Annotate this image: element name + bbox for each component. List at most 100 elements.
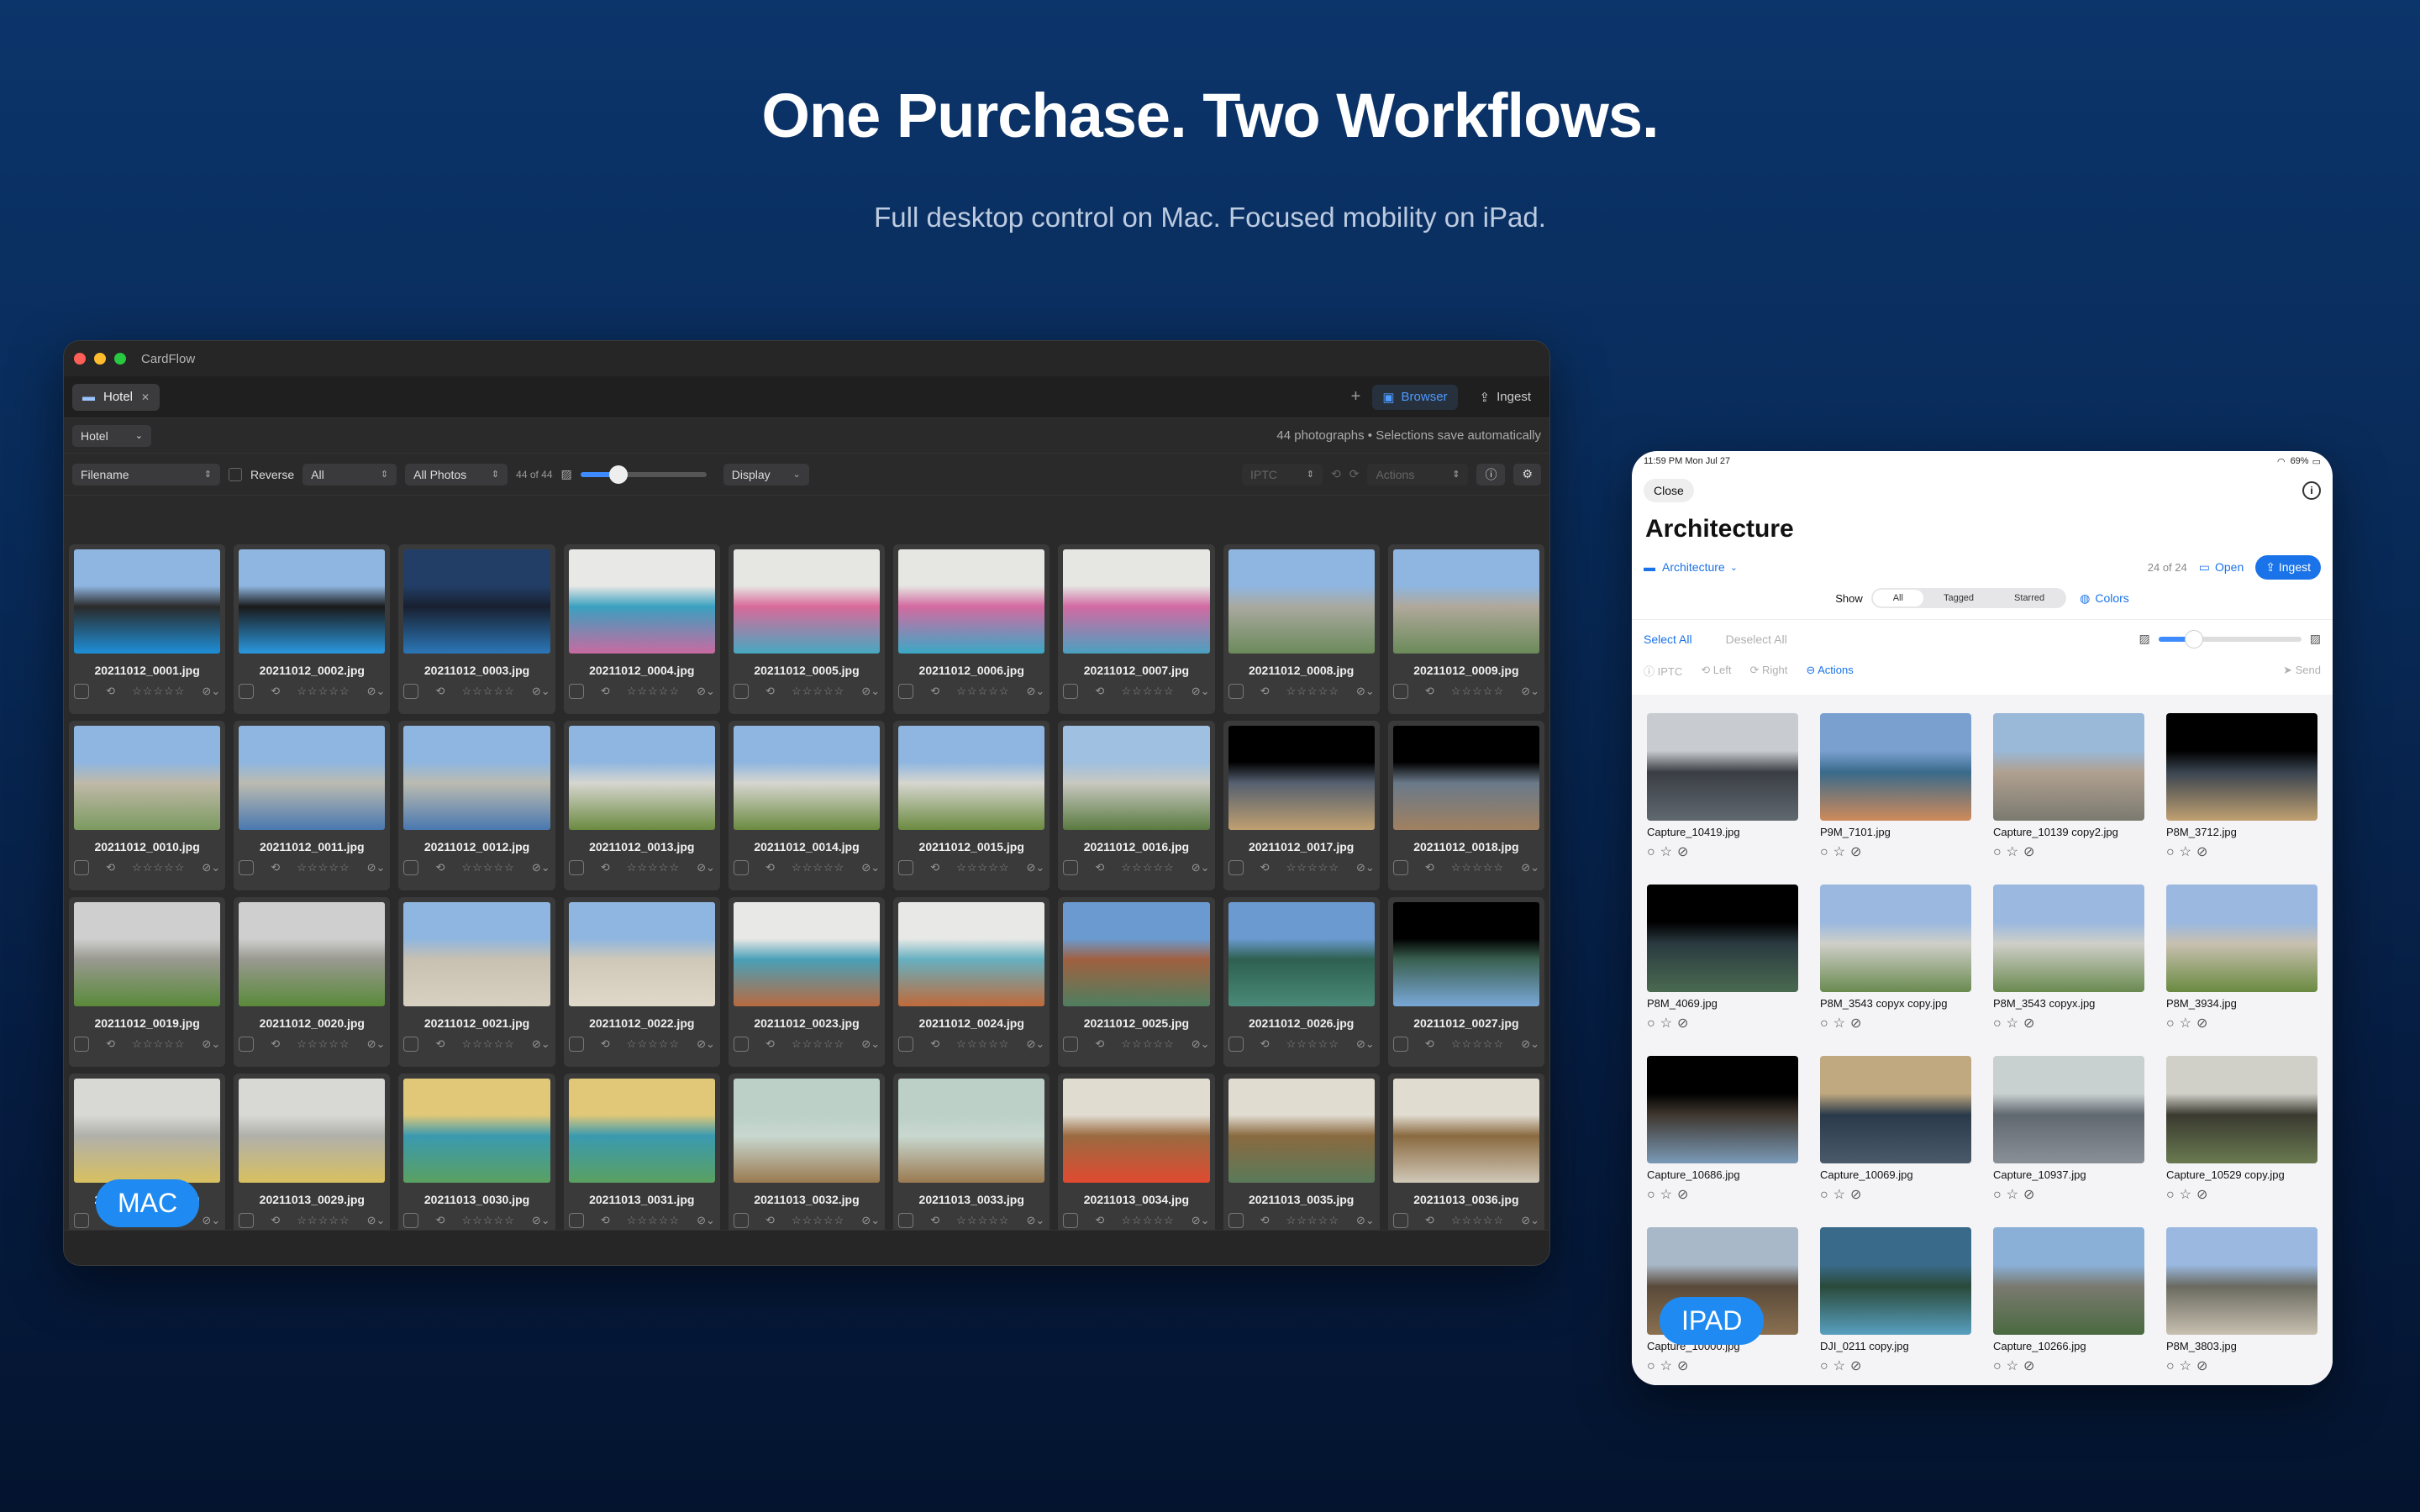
rotate-icon[interactable]: ⟲ <box>436 861 445 874</box>
zoom-slider[interactable] <box>2158 629 2302 648</box>
reject-icon[interactable]: ⊘⌄ <box>1356 1037 1375 1051</box>
rotate-icon[interactable]: ⟲ <box>930 1037 939 1051</box>
photo-card[interactable]: 20211012_0010.jpg ⟲ ☆☆☆☆☆ ⊘⌄ <box>69 721 226 890</box>
reject-icon[interactable]: ⊘⌄ <box>532 685 550 698</box>
star-icon[interactable]: ☆ <box>1660 845 1677 859</box>
photo-card[interactable]: 20211013_0031.jpg ⟲ ☆☆☆☆☆ ⊘⌄ <box>563 1074 720 1230</box>
photo-card[interactable]: 20211012_0006.jpg ⟲ ☆☆☆☆☆ ⊘⌄ <box>893 544 1050 714</box>
photo-thumbnail[interactable] <box>74 549 221 654</box>
rotate-icon[interactable]: ⟲ <box>1425 861 1434 874</box>
rotate-icon[interactable]: ⟲ <box>1425 1214 1434 1227</box>
reject-icon[interactable]: ⊘⌄ <box>697 1214 715 1227</box>
star-rating[interactable]: ☆☆☆☆☆ <box>132 685 185 698</box>
photo-card[interactable]: 20211012_0025.jpg ⟲ ☆☆☆☆☆ ⊘⌄ <box>1058 897 1215 1067</box>
select-checkbox[interactable] <box>403 684 419 699</box>
reject-icon[interactable]: ⊘⌄ <box>1521 1214 1539 1227</box>
reject-icon[interactable]: ⊘⌄ <box>367 1214 386 1227</box>
star-icon[interactable]: ☆ <box>2007 845 2023 859</box>
reject-icon[interactable]: ⊘⌄ <box>1356 861 1375 874</box>
photo-thumbnail[interactable] <box>898 726 1045 830</box>
open-button[interactable]: Open <box>2215 560 2244 574</box>
photo-thumbnail[interactable] <box>403 1079 550 1183</box>
reject-icon[interactable]: ⊘⌄ <box>532 1214 550 1227</box>
reject-icon[interactable]: ⊘⌄ <box>1521 685 1539 698</box>
photo-card[interactable]: 20211012_0021.jpg ⟲ ☆☆☆☆☆ ⊘⌄ <box>398 897 555 1067</box>
reject-icon[interactable]: ⊘⌄ <box>1027 1214 1045 1227</box>
star-rating[interactable]: ☆☆☆☆☆ <box>1286 685 1339 698</box>
display-select[interactable]: Display ⌄ <box>723 463 809 486</box>
photo-card[interactable]: 20211012_0024.jpg ⟲ ☆☆☆☆☆ ⊘⌄ <box>893 897 1050 1067</box>
select-checkbox[interactable] <box>239 860 255 875</box>
reject-icon[interactable]: ⊘⌄ <box>367 1037 386 1051</box>
reject-icon[interactable]: ⊘⌄ <box>861 685 880 698</box>
reject-icon[interactable]: ⊘⌄ <box>861 1214 880 1227</box>
photo-card[interactable]: 20211012_0004.jpg ⟲ ☆☆☆☆☆ ⊘⌄ <box>563 544 720 714</box>
reject-icon[interactable]: ⊘⌄ <box>1192 1214 1210 1227</box>
zoom-slider[interactable] <box>580 465 707 484</box>
star-icon[interactable]: ☆ <box>2180 1359 2196 1373</box>
info-icon[interactable]: i <box>2302 481 2321 500</box>
photo-thumbnail[interactable] <box>1820 885 1971 992</box>
select-circle-icon[interactable]: ○ <box>1820 845 1833 859</box>
photo-card[interactable]: 20211012_0011.jpg ⟲ ☆☆☆☆☆ ⊘⌄ <box>234 721 391 890</box>
star-rating[interactable]: ☆☆☆☆☆ <box>132 861 185 874</box>
photo-card[interactable]: 20211012_0018.jpg ⟲ ☆☆☆☆☆ ⊘⌄ <box>1387 721 1544 890</box>
star-icon[interactable]: ☆ <box>2007 1359 2023 1373</box>
star-icon[interactable]: ☆ <box>1660 1016 1677 1031</box>
star-rating[interactable]: ☆☆☆☆☆ <box>792 1037 844 1051</box>
photo-card[interactable]: P9M_7101.jpg ○☆⊘ <box>1820 713 1971 885</box>
photo-card[interactable]: 20211012_0012.jpg ⟲ ☆☆☆☆☆ ⊘⌄ <box>398 721 555 890</box>
select-checkbox[interactable] <box>1228 1213 1244 1228</box>
star-rating[interactable]: ☆☆☆☆☆ <box>297 685 350 698</box>
right-button[interactable]: ⟳ Right <box>1749 664 1787 677</box>
photo-thumbnail[interactable] <box>733 902 881 1006</box>
select-checkbox[interactable] <box>733 684 749 699</box>
reject-icon[interactable]: ⊘⌄ <box>202 1037 220 1051</box>
star-icon[interactable]: ☆ <box>1833 845 1850 859</box>
rotate-icon[interactable]: ⟲ <box>1425 1037 1434 1051</box>
photo-thumbnail[interactable] <box>239 1079 386 1183</box>
select-checkbox[interactable] <box>1392 1213 1408 1228</box>
select-checkbox[interactable] <box>898 1037 914 1052</box>
select-circle-icon[interactable]: ○ <box>1993 1359 2007 1373</box>
zoom-window-button[interactable] <box>114 353 126 365</box>
iptc-select[interactable]: IPTC ⇕ <box>1241 463 1323 486</box>
select-circle-icon[interactable]: ○ <box>1820 1016 1833 1031</box>
browser-button[interactable]: ▣ Browser <box>1372 384 1458 410</box>
star-icon[interactable]: ☆ <box>1660 1188 1677 1202</box>
star-rating[interactable]: ☆☆☆☆☆ <box>1121 685 1174 698</box>
photo-thumbnail[interactable] <box>898 902 1045 1006</box>
folder-select[interactable]: Architecture <box>1662 560 1725 574</box>
photo-thumbnail[interactable] <box>2166 885 2317 992</box>
reject-icon[interactable]: ⊘ <box>1677 1359 1693 1373</box>
star-icon[interactable]: ☆ <box>1833 1016 1850 1031</box>
rotate-icon[interactable]: ⟲ <box>601 861 610 874</box>
star-rating[interactable]: ☆☆☆☆☆ <box>956 1037 1009 1051</box>
star-rating[interactable]: ☆☆☆☆☆ <box>1451 861 1504 874</box>
star-icon[interactable]: ☆ <box>2007 1016 2023 1031</box>
photo-thumbnail[interactable] <box>1993 713 2144 821</box>
photo-card[interactable]: 20211013_0033.jpg ⟲ ☆☆☆☆☆ ⊘⌄ <box>893 1074 1050 1230</box>
photo-thumbnail[interactable] <box>733 726 881 830</box>
reject-icon[interactable]: ⊘ <box>2196 1016 2212 1031</box>
photo-card[interactable]: 20211012_0015.jpg ⟲ ☆☆☆☆☆ ⊘⌄ <box>893 721 1050 890</box>
reject-icon[interactable]: ⊘⌄ <box>1521 1037 1539 1051</box>
select-checkbox[interactable] <box>733 860 749 875</box>
star-rating[interactable]: ☆☆☆☆☆ <box>297 1214 350 1227</box>
star-icon[interactable]: ☆ <box>2180 1188 2196 1202</box>
rotate-icon[interactable]: ⟲ <box>765 1037 775 1051</box>
reject-icon[interactable]: ⊘ <box>1850 1016 1866 1031</box>
actions-button[interactable]: ⊖ Actions <box>1806 664 1853 677</box>
reject-icon[interactable]: ⊘ <box>2196 845 2212 859</box>
rotate-icon[interactable]: ⟲ <box>1095 1214 1104 1227</box>
photo-thumbnail[interactable] <box>1647 713 1798 821</box>
photo-thumbnail[interactable] <box>1820 1056 1971 1163</box>
photo-card[interactable]: 20211012_0023.jpg ⟲ ☆☆☆☆☆ ⊘⌄ <box>728 897 886 1067</box>
star-icon[interactable]: ☆ <box>1833 1359 1850 1373</box>
star-icon[interactable]: ☆ <box>1660 1359 1677 1373</box>
photo-card[interactable]: 20211012_0009.jpg ⟲ ☆☆☆☆☆ ⊘⌄ <box>1387 544 1544 714</box>
select-checkbox[interactable] <box>1228 684 1244 699</box>
star-rating[interactable]: ☆☆☆☆☆ <box>1121 1037 1174 1051</box>
select-circle-icon[interactable]: ○ <box>1647 1016 1660 1031</box>
reject-icon[interactable]: ⊘ <box>1850 1359 1866 1373</box>
